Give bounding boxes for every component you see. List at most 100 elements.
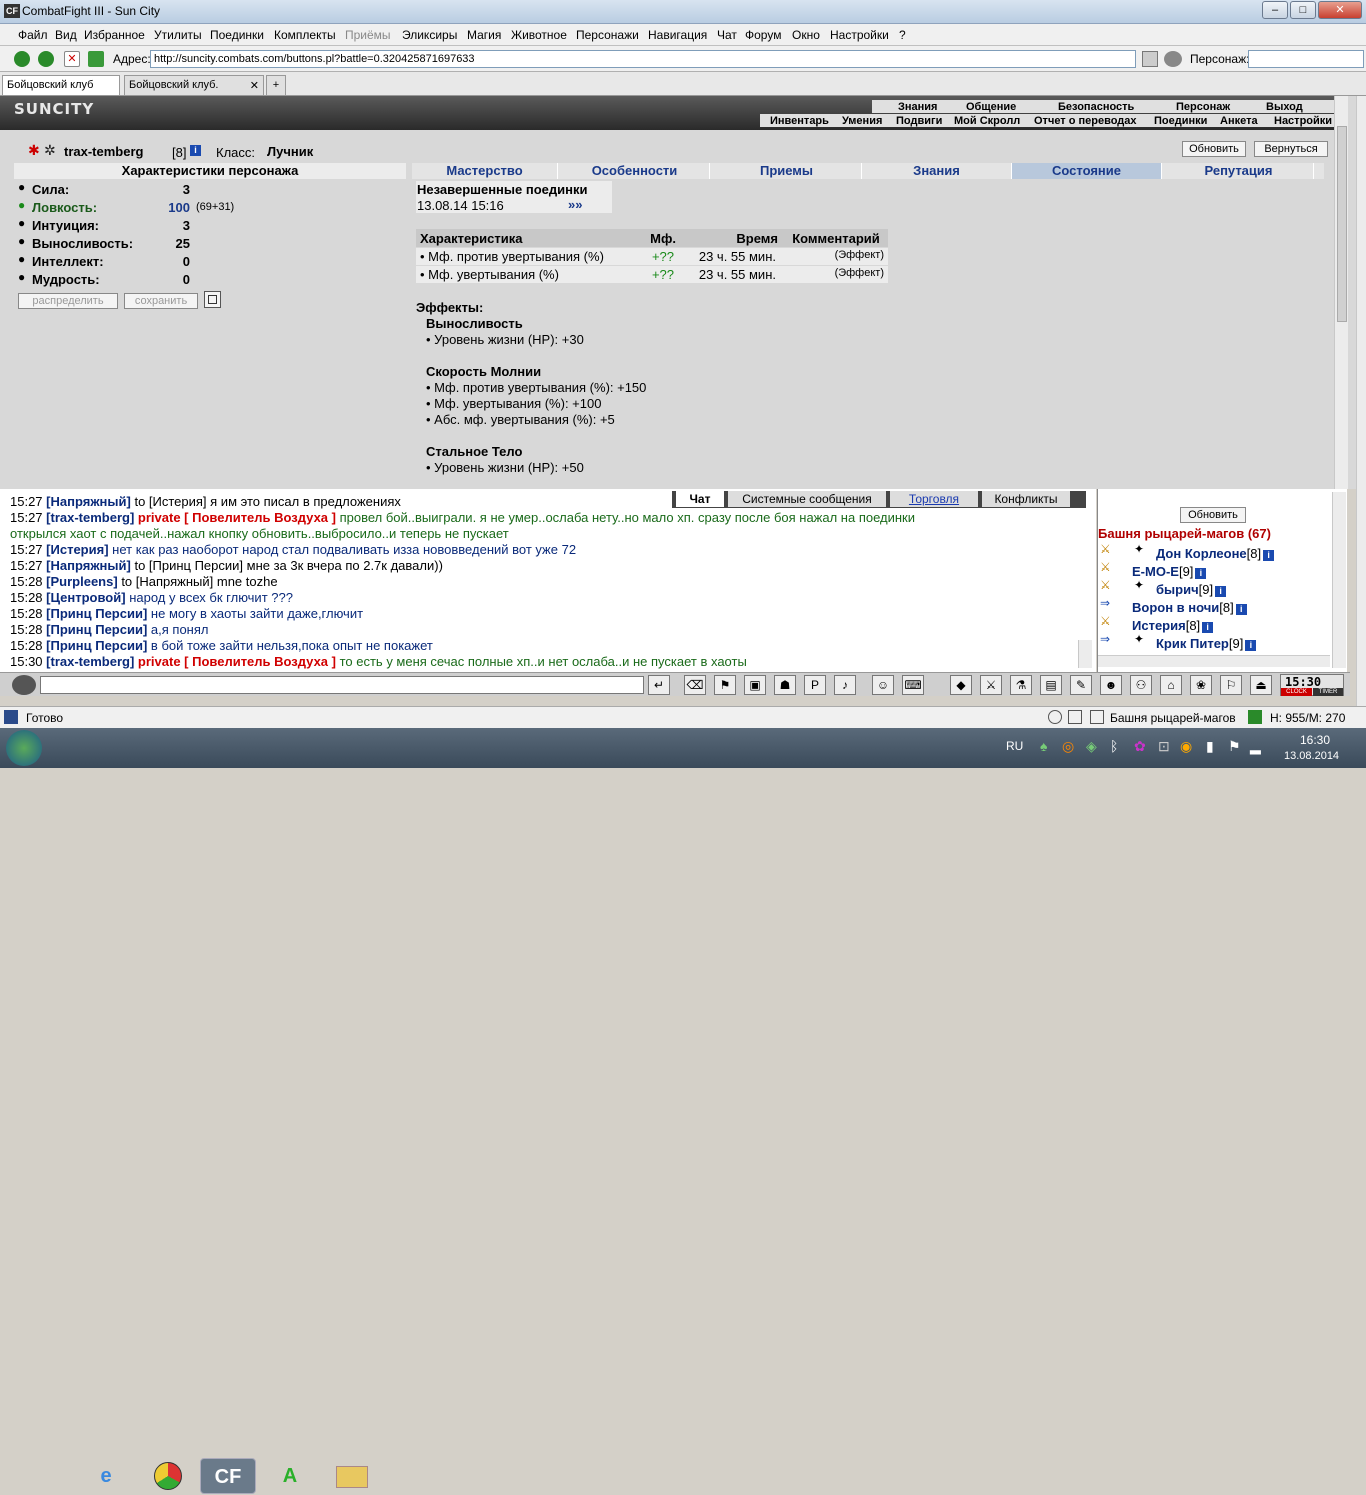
user-entry[interactable]: Е-МО-Е[9] i <box>1132 564 1207 579</box>
chat-nick[interactable]: [trax-temberg] <box>46 510 134 525</box>
tab-reputation[interactable]: Репутация <box>1164 163 1314 179</box>
forward-arrow-icon[interactable] <box>38 51 54 67</box>
user-entry[interactable]: Ворон в ночи[8] i <box>1132 600 1247 615</box>
user-entry[interactable]: Крик Питер[9] i <box>1156 636 1257 651</box>
save-button[interactable]: сохранить <box>124 293 198 309</box>
content-scrollbar[interactable] <box>1334 96 1348 489</box>
chat-nick[interactable]: [Принц Персии] <box>46 638 147 653</box>
menu-kits[interactable]: Комплекты <box>274 28 336 42</box>
menu-favorites[interactable]: Избранное <box>84 28 145 42</box>
nav-settings[interactable]: Настройки <box>1274 115 1332 127</box>
duel-link[interactable]: »» <box>568 197 582 212</box>
url-input[interactable]: http://suncity.combats.com/buttons.pl?ba… <box>150 50 1136 68</box>
tray-bluetooth-icon[interactable]: ᛒ <box>1110 738 1118 754</box>
flag-icon[interactable]: ⚐ <box>1220 675 1242 695</box>
menu-characters[interactable]: Персонажи <box>576 28 639 42</box>
chat-private-tag[interactable]: private [ Повелитель Воздуха ] <box>138 510 336 525</box>
tab-club-2[interactable]: Бойцовский клуб. ✕ <box>124 75 264 95</box>
tab-close-icon[interactable]: ✕ <box>250 79 259 92</box>
save-log-icon[interactable]: ▣ <box>744 675 766 695</box>
emoji-icon[interactable]: ☺ <box>872 675 894 695</box>
chat-nick[interactable]: [Напряжный] <box>46 494 131 509</box>
group-icon[interactable]: ⚇ <box>1130 675 1152 695</box>
user-entry[interactable]: Дон Корлеоне[8] i <box>1156 546 1275 561</box>
info-icon[interactable]: i <box>1263 550 1275 561</box>
a-app-icon[interactable]: A <box>262 1458 318 1494</box>
nav-achievements[interactable]: Подвиги <box>896 115 942 127</box>
chat-tab-trade[interactable]: Торговля <box>890 491 978 507</box>
mask-icon[interactable]: ☻ <box>1100 675 1122 695</box>
translate-icon[interactable]: ⌨ <box>902 675 924 695</box>
stop-icon[interactable]: ✕ <box>64 51 80 67</box>
info-icon[interactable]: i <box>1235 604 1247 615</box>
new-tab-button[interactable]: + <box>266 75 286 95</box>
menu-animal[interactable]: Животное <box>511 28 567 42</box>
tray-spiral-icon[interactable]: ◎ <box>1062 738 1074 755</box>
private-icon[interactable]: P <box>804 675 826 695</box>
menu-utilities[interactable]: Утилиты <box>154 28 202 42</box>
tab-mastery[interactable]: Мастерство <box>412 163 558 179</box>
list-icon[interactable] <box>1068 710 1082 724</box>
sword-icon[interactable]: ⚔ <box>980 675 1002 695</box>
tab-features[interactable]: Особенности <box>560 163 710 179</box>
user-name[interactable]: Ворон в ночи <box>1132 600 1219 615</box>
tray-flag-icon[interactable]: ⚑ <box>1228 738 1241 755</box>
menu-help[interactable]: ? <box>899 28 906 42</box>
chat-tab-system[interactable]: Системные сообщения <box>728 491 886 507</box>
menu-forum[interactable]: Форум <box>745 28 781 42</box>
info-icon[interactable]: i <box>190 145 201 156</box>
paw-icon[interactable]: ❀ <box>1190 675 1212 695</box>
user-name[interactable]: Крик Питер <box>1156 636 1229 651</box>
potion-icon[interactable]: ⚗ <box>1010 675 1032 695</box>
nav-transfers[interactable]: Отчет о переводах <box>1034 115 1137 127</box>
scroll-icon[interactable]: ✎ <box>1070 675 1092 695</box>
user-name[interactable]: Е-МО-Е <box>1132 564 1179 579</box>
close-button[interactable]: ✕ <box>1318 1 1362 19</box>
fight-status-icon[interactable]: ⚔ <box>1100 542 1111 556</box>
chat-nick[interactable]: [Принц Персии] <box>46 606 147 621</box>
start-button[interactable] <box>6 730 42 766</box>
info-icon[interactable]: i <box>1202 622 1214 633</box>
fighter-icon[interactable]: ☗ <box>774 675 796 695</box>
chat-nick[interactable]: [Центровой] <box>46 590 125 605</box>
chat-nick[interactable]: [Принц Персии] <box>46 622 147 637</box>
tray-date[interactable]: 13.08.2014 <box>1284 750 1339 762</box>
refresh-icon[interactable] <box>88 51 104 67</box>
distribute-button[interactable]: распределить <box>18 293 118 309</box>
tray-icq-icon[interactable]: ✿ <box>1134 738 1146 755</box>
fight-status-icon[interactable]: ⚔ <box>1100 560 1111 574</box>
page-icon[interactable] <box>1142 51 1158 67</box>
menu-magic[interactable]: Магия <box>467 28 501 42</box>
nav-duels[interactable]: Поединки <box>1154 115 1207 127</box>
fight-status-icon[interactable]: ⇒ <box>1100 632 1110 646</box>
exit-icon[interactable]: ⏏ <box>1250 675 1272 695</box>
language-indicator[interactable]: RU <box>1006 739 1023 753</box>
combatfight-icon[interactable]: CF <box>200 1458 256 1494</box>
persona-select[interactable] <box>1248 50 1364 68</box>
tab-state[interactable]: Состояние <box>1012 163 1162 179</box>
nav-inventory[interactable]: Инвентарь <box>770 115 829 127</box>
chat-nick[interactable]: [Истерия] <box>46 542 108 557</box>
sync-icon[interactable] <box>1248 710 1262 724</box>
back-arrow-icon[interactable] <box>14 51 30 67</box>
fight-status-icon[interactable]: ⚔ <box>1100 614 1111 628</box>
chat-nick[interactable]: [trax-temberg] <box>46 654 134 669</box>
fight-status-icon[interactable]: ⚔ <box>1100 578 1111 592</box>
fight-status-icon[interactable]: ⇒ <box>1100 596 1110 610</box>
userlist-refresh-button[interactable]: Обновить <box>1180 507 1246 523</box>
folder-icon[interactable] <box>324 1458 380 1494</box>
menu-settings[interactable]: Настройки <box>830 28 889 42</box>
chat-nick[interactable]: [Purpleens] <box>46 574 118 589</box>
smiley-menu-icon[interactable] <box>12 675 36 695</box>
menu-window[interactable]: Окно <box>792 28 820 42</box>
chat-tab-conflicts[interactable]: Конфликты <box>982 491 1070 507</box>
userlist-scrollbar[interactable] <box>1332 492 1346 668</box>
info-icon[interactable]: i <box>1215 586 1227 597</box>
user-entry[interactable]: бырич[9] i <box>1156 582 1227 597</box>
chrome-icon[interactable] <box>140 1458 196 1494</box>
tab-club-1[interactable]: Бойцовский клуб <box>2 75 120 95</box>
tab-knowledge[interactable]: Знания <box>862 163 1012 179</box>
menu-techniques[interactable]: Приёмы <box>345 28 391 42</box>
tray-app-icon[interactable]: ♠ <box>1040 738 1047 754</box>
bag-icon[interactable]: ◆ <box>950 675 972 695</box>
